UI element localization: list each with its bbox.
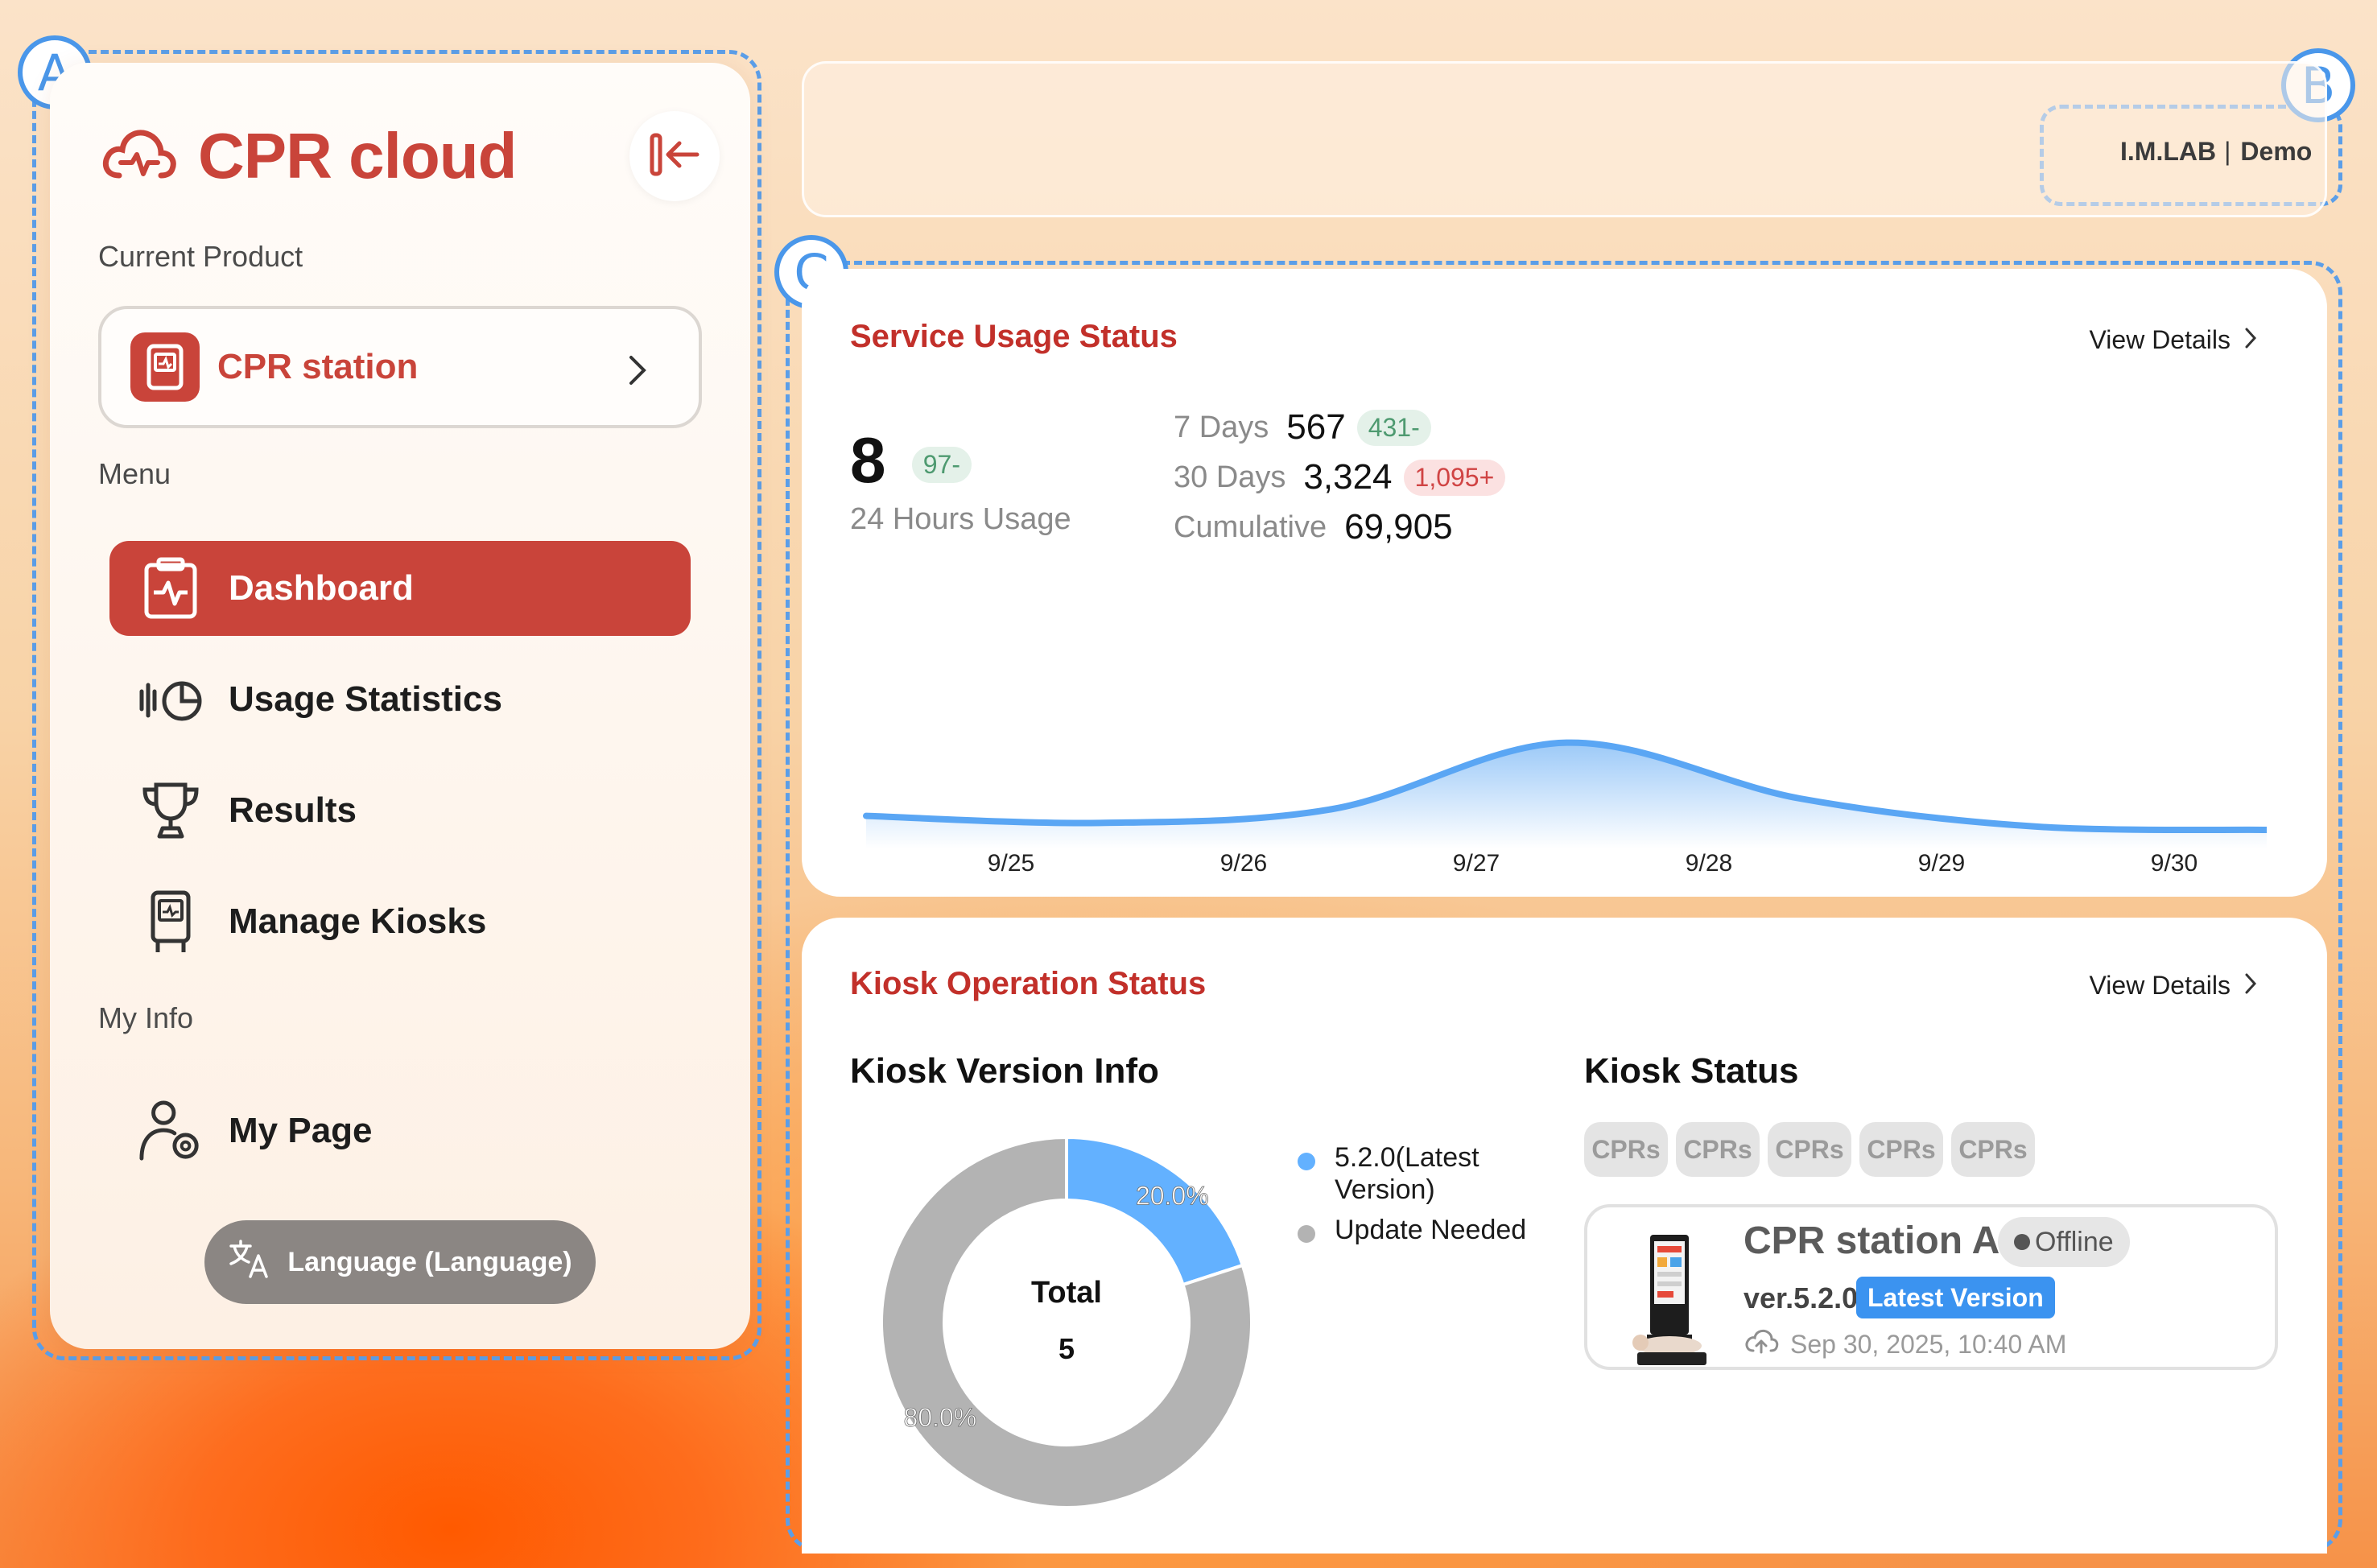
latest-version-badge: Latest Version	[1856, 1277, 2055, 1318]
user-chip[interactable]: I.M.LAB | Demo	[2120, 137, 2312, 167]
view-details-label: View Details	[2089, 971, 2231, 1000]
menu-label: Menu	[98, 457, 171, 490]
stat-key: 30 Days	[1174, 460, 1286, 494]
usage-area-chart: 9/25 9/26 9/27 9/28 9/29 9/30	[863, 739, 2267, 873]
usage-area-fill	[866, 742, 2267, 848]
kiosk-view-details-link[interactable]: View Details	[2089, 971, 2257, 1001]
dashboard-icon	[138, 556, 203, 621]
user-settings-icon	[138, 1099, 203, 1163]
my-info-label: My Info	[98, 1001, 194, 1034]
version-donut-chart: Total 5 20.0% 80.0%	[880, 1135, 1253, 1509]
kiosk-device-image	[1626, 1232, 1715, 1371]
stat-key: Cumulative	[1174, 510, 1327, 544]
separator: |	[2224, 137, 2231, 166]
logo[interactable]: CPR cloud	[100, 119, 517, 193]
kiosk-tag[interactable]: CPRs	[1768, 1122, 1851, 1177]
stat-delta-badge: 431-	[1356, 409, 1431, 446]
sidebar-item-label: Usage Statistics	[229, 679, 502, 719]
usage-statistics-icon	[138, 667, 203, 732]
top-header	[802, 61, 2327, 217]
stat-key: 7 Days	[1174, 410, 1269, 444]
kiosk-tag[interactable]: CPRs	[1584, 1122, 1668, 1177]
hours-usage-value: 8 97-	[850, 423, 972, 497]
kiosk-icon	[138, 889, 203, 954]
user-name: Demo	[2240, 137, 2313, 166]
sidebar-item-label: Manage Kiosks	[229, 902, 487, 941]
language-button[interactable]: Language (Language)	[204, 1220, 596, 1304]
legend-label: 5.2.0(Latest Version)	[1335, 1142, 1479, 1205]
kiosk-tag[interactable]: CPRs	[1951, 1122, 2035, 1177]
legend-dot-blue	[1298, 1153, 1315, 1170]
status-badge: Offline	[1998, 1217, 2130, 1267]
x-tick-label: 9/29	[1918, 850, 1965, 873]
sidebar-item-label: Dashboard	[229, 568, 414, 608]
kiosk-device-card[interactable]: CPR station A Offline ver.5.2.0 Latest V…	[1584, 1204, 2278, 1370]
sidebar-item-manage-kiosks[interactable]: Manage Kiosks	[109, 874, 691, 969]
kiosk-operation-title: Kiosk Operation Status	[850, 966, 1207, 1001]
usage-view-details-link[interactable]: View Details	[2089, 325, 2257, 355]
collapse-sidebar-button[interactable]	[629, 111, 720, 201]
x-tick-label: 9/28	[1686, 850, 1732, 873]
chevron-right-icon	[2231, 325, 2257, 355]
hours-usage-label: 24 Hours Usage	[850, 502, 1071, 536]
stat-value: 69,905	[1344, 507, 1453, 547]
status-dot-icon	[2014, 1234, 2030, 1250]
cloud-heartbeat-icon	[100, 124, 177, 189]
language-label: Language (Language)	[287, 1246, 572, 1277]
donut-slice-label: 20.0%	[1136, 1181, 1209, 1210]
view-details-label: View Details	[2089, 325, 2231, 354]
donut-total-label: Total	[1031, 1276, 1102, 1310]
stat-value: 3,324	[1303, 457, 1393, 497]
stat-30-days: 30 Days 3,324 1,095+	[1174, 457, 1506, 497]
sidebar-item-label: My Page	[229, 1111, 373, 1150]
sidebar-item-label: Results	[229, 790, 357, 830]
chevron-right-icon	[2231, 971, 2257, 1001]
current-product-label: Current Product	[98, 240, 303, 273]
cloud-sync-icon	[1744, 1328, 1779, 1360]
service-usage-card: Service Usage Status View Details 8 97- …	[802, 269, 2327, 897]
collapse-left-icon	[649, 132, 700, 181]
donut-total-value: 5	[1059, 1332, 1075, 1365]
sidebar-item-dashboard[interactable]: Dashboard	[109, 541, 691, 636]
logo-text: CPR cloud	[198, 120, 517, 192]
service-usage-title: Service Usage Status	[850, 319, 1178, 354]
hours-delta-badge: 97-	[911, 447, 972, 484]
legend-item-latest: 5.2.0(Latest Version)	[1298, 1141, 1491, 1206]
last-sync-text: Sep 30, 2025, 10:40 AM	[1790, 1329, 2067, 1359]
sidebar-item-usage-statistics[interactable]: Usage Statistics	[109, 652, 691, 747]
kiosk-version: ver.5.2.0	[1744, 1281, 1859, 1314]
x-tick-label: 9/30	[2151, 850, 2197, 873]
sidebar-item-results[interactable]: Results	[109, 763, 691, 858]
kiosk-version-title: Kiosk Version Info	[850, 1051, 1159, 1091]
status-label: Offline	[2035, 1226, 2114, 1257]
product-name: CPR station	[217, 347, 419, 386]
legend-item-update-needed: Update Needed	[1298, 1214, 1526, 1246]
sidebar-item-my-page[interactable]: My Page	[109, 1083, 691, 1178]
donut-slice[interactable]	[1065, 1135, 1245, 1287]
translate-icon	[228, 1239, 270, 1285]
donut-slice-label: 80.0%	[904, 1403, 977, 1432]
kiosk-tag[interactable]: CPRs	[1676, 1122, 1760, 1177]
hours-value: 8	[850, 424, 886, 496]
org-name: I.M.LAB	[2120, 137, 2217, 166]
stat-cumulative: Cumulative 69,905	[1174, 507, 1464, 547]
x-tick-label: 9/27	[1453, 850, 1500, 873]
product-selector[interactable]: CPR station	[98, 306, 702, 428]
kiosk-status-title: Kiosk Status	[1584, 1051, 1799, 1091]
legend-label: Update Needed	[1335, 1215, 1527, 1245]
stat-7-days: 7 Days 567 431-	[1174, 407, 1431, 448]
kiosk-tag[interactable]: CPRs	[1859, 1122, 1943, 1177]
stat-delta-badge: 1,095+	[1403, 459, 1506, 496]
trophy-icon	[138, 778, 203, 843]
sidebar: CPR cloud Current Product CPR station Me…	[50, 63, 750, 1349]
stat-value: 567	[1286, 407, 1346, 447]
kiosk-name: CPR station A	[1744, 1219, 2000, 1262]
cpr-station-icon	[130, 332, 200, 402]
chevron-right-icon	[628, 354, 647, 390]
x-tick-label: 9/26	[1220, 850, 1267, 873]
legend-dot-gray	[1298, 1225, 1315, 1243]
x-tick-label: 9/25	[988, 850, 1034, 873]
last-sync: Sep 30, 2025, 10:40 AM	[1744, 1328, 2066, 1360]
